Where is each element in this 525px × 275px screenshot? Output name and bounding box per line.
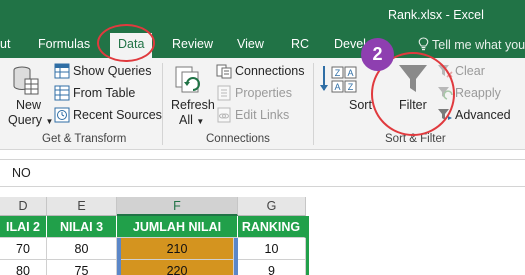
- table-cell[interactable]: 80: [47, 238, 117, 260]
- table-cell[interactable]: 80: [0, 260, 47, 275]
- chevron-down-icon: ▼: [45, 117, 54, 126]
- svg-text:A: A: [334, 82, 340, 92]
- step-number-badge: 2: [361, 38, 394, 71]
- new-query-dropdown[interactable]: Query ▼: [8, 113, 53, 127]
- recent-sources-icon: [54, 107, 70, 123]
- selection-edge: [117, 238, 121, 275]
- chevron-down-icon: ▼: [196, 117, 205, 126]
- connections-icon: [216, 64, 232, 79]
- reapply-button[interactable]: Reapply: [455, 86, 501, 100]
- table-header-cell[interactable]: ILAI 2: [0, 216, 47, 238]
- svg-text:Z: Z: [335, 68, 341, 78]
- clear-button[interactable]: Clear: [455, 64, 485, 78]
- tell-me-box[interactable]: Tell me what you: [418, 37, 525, 52]
- group-divider: [162, 63, 163, 145]
- table-cell[interactable]: 210: [121, 238, 234, 260]
- window-title: Rank.xlsx - Excel: [388, 8, 484, 22]
- tab-formulas[interactable]: Formulas: [38, 37, 90, 51]
- table-cell[interactable]: 10: [238, 238, 306, 260]
- selection-edge: [234, 238, 238, 275]
- table-cell[interactable]: 75: [47, 260, 117, 275]
- svg-text:A: A: [347, 68, 353, 78]
- column-header-f[interactable]: F: [117, 197, 238, 216]
- svg-text:Z: Z: [348, 82, 354, 92]
- column-header-d[interactable]: D: [0, 197, 47, 216]
- column-header-e[interactable]: E: [47, 197, 117, 216]
- table-header-cell[interactable]: NILAI 3: [47, 216, 117, 238]
- refresh-all-label-2: All: [179, 113, 193, 127]
- advanced-button[interactable]: Advanced: [455, 108, 511, 122]
- table-cell[interactable]: 70: [0, 238, 47, 260]
- sort-button[interactable]: Sort: [349, 98, 372, 112]
- refresh-all-icon: [175, 66, 200, 93]
- table-right-border: [306, 216, 309, 275]
- tab-view[interactable]: View: [237, 37, 264, 51]
- ribbon-tabs: ut Formulas Data Review View RC Devel Te…: [0, 30, 525, 58]
- new-query-icon: [13, 66, 39, 95]
- edit-links-icon: [217, 107, 231, 123]
- recent-sources-button[interactable]: Recent Sources: [73, 108, 162, 122]
- table-cell[interactable]: 220: [121, 260, 234, 275]
- tab-layout[interactable]: ut: [0, 37, 10, 51]
- from-table-icon: [54, 85, 70, 101]
- refresh-all-label[interactable]: Refresh: [171, 98, 215, 112]
- edit-links-button[interactable]: Edit Links: [235, 108, 289, 122]
- connections-button[interactable]: Connections: [235, 64, 305, 78]
- column-header-g[interactable]: G: [238, 197, 306, 216]
- from-table-button[interactable]: From Table: [73, 86, 135, 100]
- group-label-get-transform: Get & Transform: [42, 133, 127, 145]
- new-query-label[interactable]: New: [16, 98, 41, 112]
- worksheet-grid[interactable]: D E F G ILAI 2 NILAI 3 JUMLAH NILAI RANK…: [0, 197, 525, 275]
- group-label-connections: Connections: [206, 133, 270, 145]
- sort-icon: Z A A Z: [320, 66, 357, 93]
- ribbon-gap: [0, 151, 525, 159]
- formula-gap: [0, 187, 525, 197]
- formula-bar: NO: [0, 159, 525, 187]
- new-query-label-2: Query: [8, 113, 43, 127]
- table-cell[interactable]: 9: [238, 260, 306, 275]
- table-header-cell[interactable]: JUMLAH NILAI: [117, 216, 238, 238]
- table-header-cell[interactable]: RANKING: [238, 216, 306, 238]
- name-box[interactable]: NO: [12, 166, 31, 180]
- properties-icon: [217, 85, 231, 101]
- properties-button[interactable]: Properties: [235, 86, 292, 100]
- highlight-ellipse-data-tab: [97, 24, 155, 62]
- title-bar: Rank.xlsx - Excel: [0, 0, 525, 30]
- tell-me-text: Tell me what you: [432, 38, 525, 52]
- lightbulb-icon: [418, 37, 429, 51]
- tab-rc[interactable]: RC: [291, 37, 309, 51]
- group-divider: [313, 63, 314, 145]
- tab-review[interactable]: Review: [172, 37, 213, 51]
- show-queries-button[interactable]: Show Queries: [73, 64, 152, 78]
- show-queries-icon: [54, 63, 70, 79]
- refresh-all-dropdown[interactable]: All ▼: [179, 113, 204, 127]
